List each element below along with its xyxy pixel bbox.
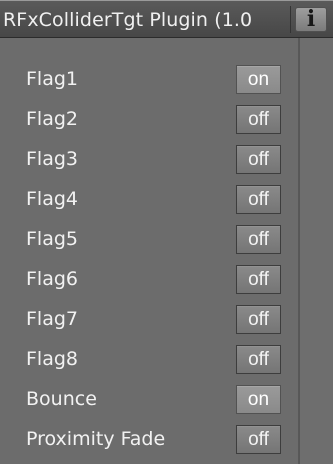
flag-toggle-4[interactable]: off	[236, 185, 281, 214]
flag-row-6: Flag6 off	[0, 260, 299, 300]
bounce-label: Bounce	[26, 388, 97, 410]
info-button[interactable]: i	[295, 7, 327, 32]
flag-label-1: Flag1	[26, 68, 78, 90]
plugin-title: RFxColliderTgt Plugin (1.0	[3, 9, 253, 31]
right-side-strip	[299, 38, 333, 464]
proximity-fade-row: Proximity Fade off	[0, 420, 299, 460]
title-separator	[290, 6, 291, 33]
flag-row-8: Flag8 off	[0, 340, 299, 380]
plugin-panel: RFxColliderTgt Plugin (1.0 i Flag1 on Fl…	[0, 0, 333, 464]
plugin-title-bar: RFxColliderTgt Plugin (1.0 i	[0, 1, 333, 38]
flag-label-5: Flag5	[26, 228, 78, 250]
flag-toggle-1[interactable]: on	[236, 65, 281, 94]
flag-toggle-2[interactable]: off	[236, 105, 281, 134]
flag-toggle-3[interactable]: off	[236, 145, 281, 174]
flag-row-4: Flag4 off	[0, 180, 299, 220]
flag-label-2: Flag2	[26, 108, 78, 130]
flag-label-3: Flag3	[26, 148, 78, 170]
proximity-fade-toggle[interactable]: off	[236, 425, 281, 454]
flag-toggle-7[interactable]: off	[236, 305, 281, 334]
flag-row-5: Flag5 off	[0, 220, 299, 260]
bounce-row: Bounce on	[0, 380, 299, 420]
bounce-toggle[interactable]: on	[236, 385, 281, 414]
flag-row-1: Flag1 on	[0, 60, 299, 100]
flag-label-8: Flag8	[26, 348, 78, 370]
flag-row-2: Flag2 off	[0, 100, 299, 140]
flag-toggle-5[interactable]: off	[236, 225, 281, 254]
flag-toggle-6[interactable]: off	[236, 265, 281, 294]
flag-toggle-8[interactable]: off	[236, 345, 281, 374]
flag-label-7: Flag7	[26, 308, 78, 330]
proximity-fade-label: Proximity Fade	[26, 428, 166, 450]
flag-row-3: Flag3 off	[0, 140, 299, 180]
flag-label-4: Flag4	[26, 188, 78, 210]
flag-row-7: Flag7 off	[0, 300, 299, 340]
plugin-content: Flag1 on Flag2 off Flag3 off Flag4 off F…	[0, 38, 299, 464]
flag-label-6: Flag6	[26, 268, 78, 290]
